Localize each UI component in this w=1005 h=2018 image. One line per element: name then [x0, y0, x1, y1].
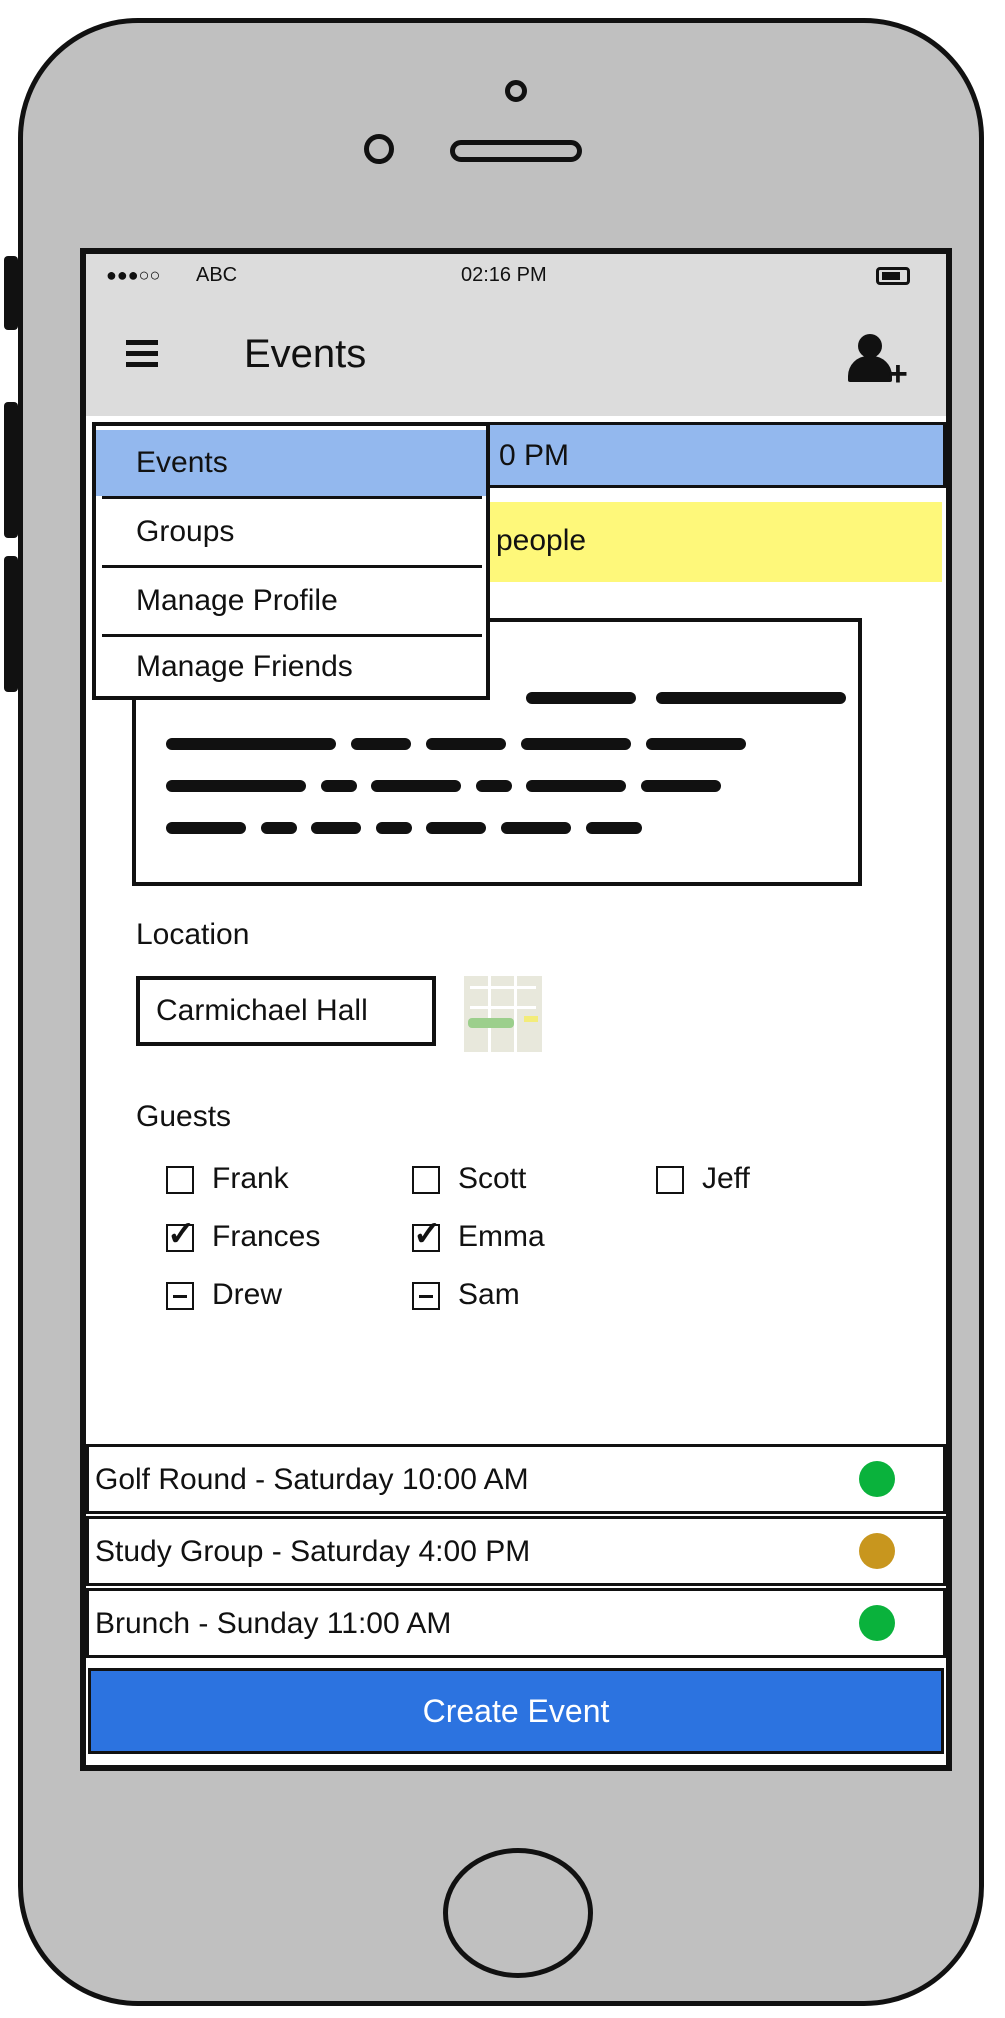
carrier-label: ABC: [196, 264, 238, 286]
guests-label: Guests: [136, 1100, 232, 1133]
guest-checkbox-scott[interactable]: Scott: [412, 1162, 612, 1200]
nav-dropdown-menu: Events Groups Manage Profile Manage Frie…: [92, 422, 490, 700]
event-list-label: Golf Round - Saturday 10:00 AM: [95, 1463, 529, 1496]
event-time-text: 0 PM: [499, 439, 570, 472]
checkmark-icon: ✓: [167, 1215, 196, 1253]
status-dot-icon: [859, 1461, 895, 1497]
guest-name: Frances: [212, 1220, 321, 1253]
minus-icon: [419, 1295, 433, 1298]
add-user-icon[interactable]: +: [848, 334, 912, 391]
menu-item-manage-friends[interactable]: Manage Friends: [96, 634, 486, 700]
menu-item-manage-profile[interactable]: Manage Profile: [96, 568, 486, 634]
status-bar: ●●●○○ ABC 02:16 PM: [86, 254, 946, 296]
checkbox-indeterminate[interactable]: [412, 1282, 440, 1310]
guest-name: Scott: [458, 1162, 527, 1195]
checkbox-indeterminate[interactable]: [166, 1282, 194, 1310]
menu-item-events[interactable]: Events: [96, 430, 486, 496]
hamburger-menu-icon[interactable]: [126, 340, 158, 370]
battery-icon: [876, 267, 910, 285]
guest-checkbox-sam[interactable]: Sam: [412, 1278, 612, 1316]
map-thumbnail-icon[interactable]: [464, 976, 542, 1052]
status-dot-icon: [859, 1533, 895, 1569]
event-list-item[interactable]: Study Group - Saturday 4:00 PM: [86, 1516, 946, 1586]
minus-icon: [173, 1295, 187, 1298]
side-button-volume-down: [4, 556, 18, 692]
checkbox-checked[interactable]: ✓: [412, 1215, 442, 1253]
side-button-volume-up: [4, 402, 18, 538]
location-field[interactable]: Carmichael Hall: [136, 976, 436, 1046]
menu-item-label: Manage Friends: [136, 650, 353, 683]
attendance-text: people: [496, 524, 587, 557]
clock: 02:16 PM: [461, 264, 547, 286]
guest-checkbox-frank[interactable]: Frank: [166, 1162, 366, 1200]
nav-bar: Events +: [86, 296, 946, 416]
guest-checkbox-jeff[interactable]: Jeff: [656, 1162, 816, 1200]
signal-strength-icon: ●●●○○: [106, 265, 161, 285]
guest-name: Jeff: [702, 1162, 750, 1195]
guest-checkbox-emma[interactable]: ✓ Emma: [412, 1215, 612, 1258]
location-value: Carmichael Hall: [156, 994, 368, 1027]
event-list-label: Brunch - Sunday 11:00 AM: [95, 1607, 452, 1640]
checkbox-checked[interactable]: ✓: [166, 1215, 196, 1253]
checkbox-unchecked[interactable]: [412, 1166, 440, 1194]
menu-item-groups[interactable]: Groups: [96, 499, 486, 565]
guest-name: Sam: [458, 1278, 520, 1311]
menu-item-label: Manage Profile: [136, 584, 338, 617]
checkmark-icon: ✓: [413, 1215, 442, 1253]
sensor-icon: [364, 134, 394, 164]
menu-item-label: Events: [136, 446, 228, 479]
page-title: Events: [244, 332, 367, 376]
create-event-button[interactable]: Create Event: [88, 1668, 944, 1754]
guest-name: Emma: [458, 1220, 545, 1253]
screen: ●●●○○ ABC 02:16 PM Events + 0 PM people: [80, 248, 952, 1771]
camera-icon: [505, 80, 527, 102]
location-label: Location: [136, 918, 250, 951]
guest-checkbox-drew[interactable]: Drew: [166, 1278, 366, 1316]
guest-name: Frank: [212, 1162, 289, 1195]
event-list-label: Study Group - Saturday 4:00 PM: [95, 1535, 531, 1568]
create-event-label: Create Event: [422, 1693, 610, 1729]
checkbox-unchecked[interactable]: [656, 1166, 684, 1194]
status-dot-icon: [859, 1605, 895, 1641]
checkbox-unchecked[interactable]: [166, 1166, 194, 1194]
home-button[interactable]: [443, 1848, 593, 1978]
guest-checkbox-frances[interactable]: ✓ Frances: [166, 1215, 366, 1258]
event-list-item[interactable]: Brunch - Sunday 11:00 AM: [86, 1588, 946, 1658]
menu-item-label: Groups: [136, 515, 235, 548]
event-list-item[interactable]: Golf Round - Saturday 10:00 AM: [86, 1444, 946, 1514]
guest-name: Drew: [212, 1278, 283, 1311]
speaker-grille: [450, 140, 582, 162]
side-button-mute: [4, 256, 18, 330]
